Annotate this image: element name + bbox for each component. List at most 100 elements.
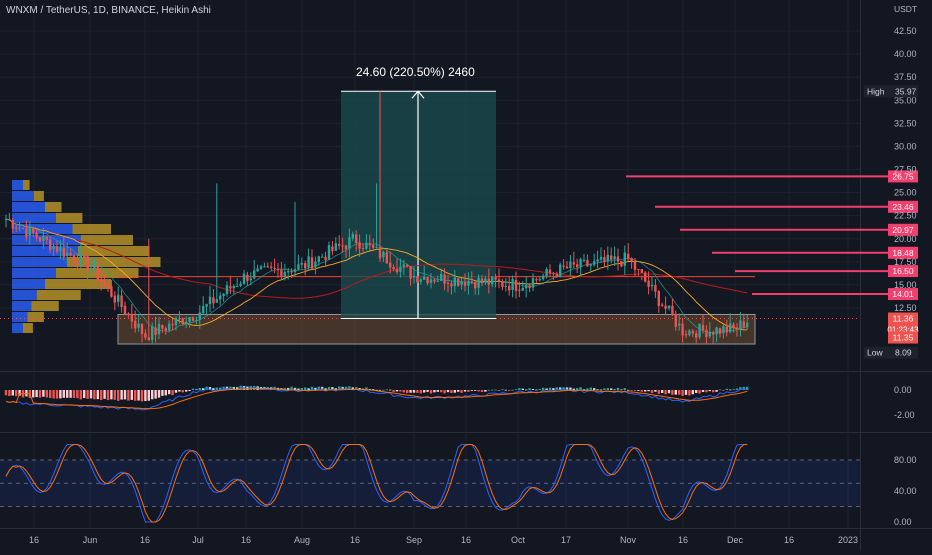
- candle-body: [253, 270, 256, 279]
- time-axis[interactable]: 16 Jun 16 Jul 16 Aug 16 Sep 16 Oct 17 Nov 16 Dec 16 202…: [29, 535, 858, 545]
- macd-bar: [123, 390, 127, 400]
- candle-body: [732, 324, 735, 328]
- horizontal-levels[interactable]: 26.7523.4620.9718.4816.5014.01: [626, 170, 918, 301]
- candle-body: [154, 327, 157, 335]
- macd-bar: [712, 390, 715, 393]
- macd-bar: [433, 390, 436, 393]
- candle-body: [287, 270, 290, 273]
- candle-body: [191, 317, 195, 321]
- macd-bar: [535, 389, 538, 391]
- candle-body: [304, 263, 307, 269]
- profile-bar: [31, 301, 59, 311]
- macd-bar: [378, 389, 382, 391]
- candle-body: [59, 247, 62, 252]
- candle-body: [212, 297, 215, 304]
- candle-body: [501, 281, 504, 287]
- pane-separator: [0, 528, 932, 529]
- macd-bar: [406, 390, 409, 394]
- macd-bar: [202, 388, 205, 390]
- candle-body: [416, 275, 419, 283]
- stoch-pane: [0, 444, 860, 523]
- macd-bar: [623, 388, 626, 390]
- macd-bar: [137, 390, 140, 401]
- candle-body: [361, 248, 365, 250]
- candle-body: [147, 337, 150, 341]
- macd-bar: [55, 390, 59, 399]
- macd-bar: [545, 388, 548, 390]
- time-label: 2023: [838, 535, 858, 545]
- macd-bar: [718, 389, 722, 391]
- price-tick-label: 40.00: [894, 49, 917, 59]
- candle-body: [467, 280, 470, 286]
- candle-body: [171, 324, 174, 326]
- box-price-label: 11.35: [893, 333, 914, 343]
- measure-tool[interactable]: [341, 90, 496, 320]
- candle-body: [79, 254, 82, 266]
- high-value: 35.97: [895, 86, 917, 96]
- profile-bar: [12, 180, 23, 190]
- candle-body: [11, 219, 14, 229]
- candle-body: [15, 227, 18, 229]
- macd-bar: [463, 390, 467, 392]
- profile-bar: [12, 257, 67, 267]
- candle-body: [538, 279, 541, 281]
- candle-body: [134, 320, 137, 329]
- candle-body: [259, 266, 263, 269]
- macd-bar: [436, 390, 439, 392]
- candle-body: [249, 278, 252, 281]
- macd-bar: [161, 390, 164, 396]
- price-tick-label: 12.50: [894, 303, 917, 313]
- candle-body: [55, 246, 59, 252]
- macd-bar: [127, 390, 130, 401]
- candle-body: [443, 274, 446, 284]
- macd-bar: [443, 390, 446, 394]
- macd-bar: [79, 390, 82, 400]
- candle-body: [120, 295, 123, 308]
- candle-body: [178, 318, 181, 320]
- stoch-tick-label: 40.00: [894, 486, 917, 496]
- macd-bar: [382, 389, 385, 391]
- candle-body: [606, 254, 609, 262]
- macd-bar: [154, 390, 157, 399]
- macd-bar: [572, 388, 575, 390]
- current-price-label: 11.36: [893, 314, 914, 324]
- chart-canvas[interactable]: 26.7523.4620.9718.4816.5014.01 42.5040.0…: [0, 0, 932, 550]
- macd-bar: [62, 390, 65, 398]
- macd-bar: [613, 389, 616, 391]
- chart[interactable]: 26.75 23.46 20.97 18.48 16.50 14.01 42.50 40.0…: [0, 0, 932, 550]
- time-label: 16: [140, 535, 150, 545]
- macd-bar: [674, 390, 677, 395]
- low-value: 8.09: [895, 348, 912, 358]
- candle-body: [457, 278, 460, 286]
- time-label: Nov: [620, 535, 637, 545]
- candle-body: [729, 323, 732, 332]
- profile-bar: [12, 191, 34, 201]
- candle-body: [8, 219, 11, 221]
- candle-body: [474, 281, 477, 289]
- candle-body: [35, 232, 38, 238]
- candle-body: [412, 275, 416, 278]
- candle-body: [382, 251, 385, 258]
- candle-body: [494, 277, 497, 280]
- candle-body: [334, 243, 337, 251]
- macd-bar: [620, 389, 623, 391]
- candle-body: [661, 304, 664, 306]
- candle-body: [735, 327, 739, 330]
- macd-bar: [4, 390, 8, 396]
- candle-body: [317, 256, 320, 263]
- candle-body: [701, 325, 705, 331]
- profile-bar: [12, 323, 23, 333]
- macd-bar: [181, 390, 184, 393]
- macd-bar: [695, 390, 698, 393]
- candle-body: [392, 267, 395, 270]
- macd-bar: [576, 388, 579, 390]
- candle-body: [644, 272, 647, 282]
- candle-body: [222, 293, 225, 296]
- macd-bar: [616, 387, 620, 390]
- candle-body: [378, 246, 382, 259]
- candle-body: [28, 226, 31, 236]
- candle-body: [310, 257, 314, 269]
- candle-body: [620, 260, 623, 267]
- candle-body: [593, 261, 596, 265]
- candle-body: [664, 305, 667, 309]
